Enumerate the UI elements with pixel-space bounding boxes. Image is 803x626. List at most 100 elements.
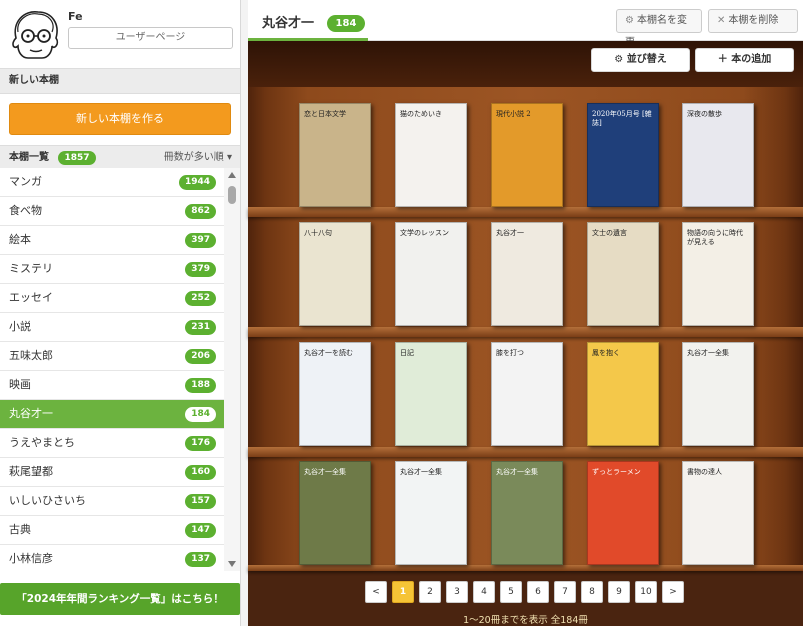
page-button[interactable]: 3 xyxy=(446,581,468,603)
book-title: 日記 xyxy=(400,349,414,357)
close-icon: ✕ xyxy=(717,15,726,26)
book-title: 書物の達人 xyxy=(687,468,722,476)
book-cover[interactable]: 恋と日本文学 xyxy=(299,103,371,207)
book-cover[interactable]: 八十八句 xyxy=(299,222,371,326)
shelf-list-item[interactable]: マンガ 1944 xyxy=(0,168,224,197)
shelf-list-item-label: 五味太郎 xyxy=(9,349,53,362)
result-range-text: 1〜20冊までを表示 全184冊 xyxy=(463,615,588,626)
main-header: 丸谷才一 184 ⚙本棚名を変更 ✕本棚を削除 xyxy=(248,0,803,48)
shelf-list-item-label: エッセイ xyxy=(9,291,53,304)
shelf-list-item[interactable]: 古典 147 xyxy=(0,516,224,545)
page-button[interactable]: 9 xyxy=(608,581,630,603)
shelf-list-item-label: いしいひさいち xyxy=(9,494,86,507)
book-title: 鳳を抱く xyxy=(592,349,620,357)
shelf-list-item[interactable]: エッセイ 252 xyxy=(0,284,224,313)
scroll-up-icon[interactable] xyxy=(228,172,236,178)
page-button[interactable]: 10 xyxy=(635,581,657,603)
prev-page-button[interactable]: < xyxy=(365,581,387,603)
shelf-list-item[interactable]: 絵本 397 xyxy=(0,226,224,255)
username: Fe xyxy=(68,10,83,23)
shelf-list-item[interactable]: 小林信彦 137 xyxy=(0,545,224,571)
book-cover[interactable]: 文士の遺言 xyxy=(587,222,659,326)
shelf-list-item-count: 379 xyxy=(185,262,216,277)
page-button[interactable]: 8 xyxy=(581,581,603,603)
book-cover[interactable]: 現代小説 2 xyxy=(491,103,563,207)
shelf-list-item[interactable]: 小説 231 xyxy=(0,313,224,342)
shelf-list-count-badge: 1857 xyxy=(58,151,96,165)
shelf-list-item-count: 176 xyxy=(185,436,216,451)
shelf-list-title: 本棚一覧 xyxy=(9,152,49,163)
bookshelf: ⚙ 並び替え ＋ 本の追加 恋と日本文学 猫のためいき 現代小説 2 2020年05月… xyxy=(248,41,803,626)
page-button[interactable]: 5 xyxy=(500,581,522,603)
create-shelf-button[interactable]: 新しい本棚を作る xyxy=(9,103,231,135)
page-button[interactable]: 1 xyxy=(392,581,414,603)
page-button[interactable]: 6 xyxy=(527,581,549,603)
shelf-list-item-label: 丸谷才一 xyxy=(9,407,53,420)
book-title: 丸谷才一全集 xyxy=(304,468,346,476)
gear-icon: ⚙ xyxy=(625,15,634,26)
scrollbar-thumb[interactable] xyxy=(228,186,236,204)
shelf-list-item[interactable]: 五味太郎 206 xyxy=(0,342,224,371)
book-title: 物語の向うに時代が見える xyxy=(687,229,743,246)
shelf-list-item-count: 184 xyxy=(185,407,216,422)
book-title: 丸谷才一全集 xyxy=(496,468,538,476)
book-cover[interactable]: 膝を打つ xyxy=(491,342,563,446)
shelf-plank xyxy=(248,327,803,337)
book-cover[interactable]: 丸谷才一全集 xyxy=(491,461,563,565)
book-cover[interactable]: 文学のレッスン xyxy=(395,222,467,326)
shelf-list-item[interactable]: 映画 188 xyxy=(0,371,224,400)
add-book-button[interactable]: ＋ 本の追加 xyxy=(695,48,794,72)
avatar[interactable] xyxy=(8,8,62,62)
next-page-button[interactable]: > xyxy=(662,581,684,603)
sort-books-button[interactable]: ⚙ 並び替え xyxy=(591,48,690,72)
user-page-button[interactable]: ユーザーページ xyxy=(68,27,233,49)
book-cover[interactable]: 鳳を抱く xyxy=(587,342,659,446)
gear-icon: ⚙ xyxy=(614,54,624,65)
rename-shelf-button[interactable]: ⚙本棚名を変更 xyxy=(616,9,702,48)
book-cover[interactable]: 書物の達人 xyxy=(682,461,754,565)
shelf-list-item[interactable]: ミステリ 379 xyxy=(0,255,224,284)
shelf-list-scrollbar[interactable] xyxy=(224,168,240,571)
book-cover[interactable]: 日記 xyxy=(395,342,467,446)
book-cover[interactable]: 丸谷才一全集 xyxy=(395,461,467,565)
shelf-list-item-label: 小説 xyxy=(9,320,31,333)
new-shelf-section-title: 新しい本棚 xyxy=(0,68,240,94)
main-panel: 丸谷才一 184 ⚙本棚名を変更 ✕本棚を削除 ⚙ 並び替え ＋ 本の追加 xyxy=(248,0,803,626)
shelf-list-item-count: 160 xyxy=(185,465,216,480)
page-button[interactable]: 2 xyxy=(419,581,441,603)
ranking-banner-button[interactable]: 「2024年年間ランキング一覧」はこちら！ xyxy=(0,583,240,615)
book-cover[interactable]: 丸谷才一全集 xyxy=(682,342,754,446)
book-cover[interactable]: 物語の向うに時代が見える xyxy=(682,222,754,326)
shelf-list-item-label: マンガ xyxy=(9,175,42,188)
book-cover[interactable]: 2020年05月号 [雑誌] xyxy=(587,103,659,207)
shelf-count-badge: 184 xyxy=(326,15,366,32)
book-title: 深夜の散歩 xyxy=(687,110,722,118)
shelf-plank xyxy=(248,207,803,217)
shelf-list-item-label: 萩尾望都 xyxy=(9,465,53,478)
book-cover[interactable]: ずっとラーメン xyxy=(587,461,659,565)
book-title: 丸谷才一 xyxy=(496,229,524,237)
shelf-list-item-label: 古典 xyxy=(9,523,31,536)
page-button[interactable]: 7 xyxy=(554,581,576,603)
book-cover[interactable]: 丸谷才一全集 xyxy=(299,461,371,565)
scroll-down-icon[interactable] xyxy=(228,561,236,567)
shelf-list-item[interactable]: うえやまとち 176 xyxy=(0,429,224,458)
sidebar: Fe ユーザーページ 新しい本棚 新しい本棚を作る 本棚一覧 1857 冊数が多… xyxy=(0,0,241,626)
shelf-list-item[interactable]: 食べ物 862 xyxy=(0,197,224,226)
shelf-list-item[interactable]: 丸谷才一 184 xyxy=(0,400,224,429)
shelf-list-item[interactable]: 萩尾望都 160 xyxy=(0,458,224,487)
delete-shelf-button[interactable]: ✕ 本棚を削除 xyxy=(708,9,798,33)
page-button[interactable]: 4 xyxy=(473,581,495,603)
shelf-list-item[interactable]: いしいひさいち 157 xyxy=(0,487,224,516)
add-book-label: 本の追加 xyxy=(731,54,772,65)
shelf-list-item-label: 絵本 xyxy=(9,233,31,246)
shelf-list-item-label: 食べ物 xyxy=(9,204,42,217)
book-cover[interactable]: 深夜の散歩 xyxy=(682,103,754,207)
book-cover[interactable]: 猫のためいき xyxy=(395,103,467,207)
shelf-sort-dropdown[interactable]: 冊数が多い順 ▾ xyxy=(164,146,232,170)
shelf-list-item-count: 1944 xyxy=(178,175,216,190)
shelf-list-item-count: 862 xyxy=(185,204,216,219)
shelf-plank xyxy=(248,447,803,457)
book-cover[interactable]: 丸谷才一を読む xyxy=(299,342,371,446)
book-cover[interactable]: 丸谷才一 xyxy=(491,222,563,326)
